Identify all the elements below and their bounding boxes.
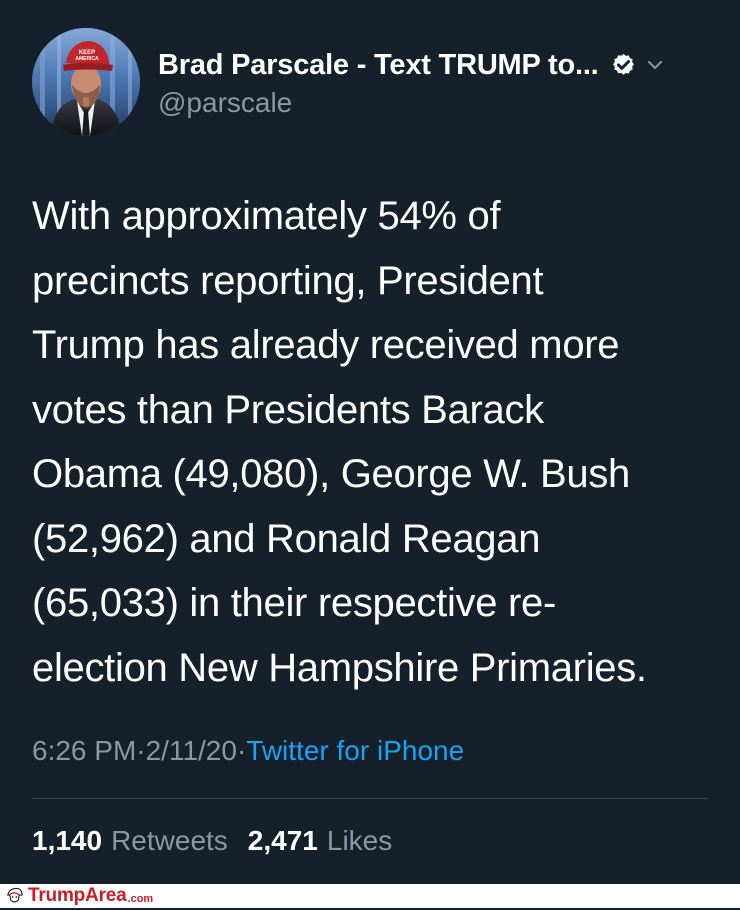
metadata-separator: · (236, 735, 247, 766)
tweet-source-link[interactable]: Twitter for iPhone (246, 735, 464, 767)
avatar-image: KEEP AMERICA (32, 28, 140, 136)
retweets-stat[interactable]: 1,140 Retweets (32, 825, 228, 857)
retweets-count: 1,140 (32, 825, 103, 856)
likes-count: 2,471 (247, 825, 318, 856)
chevron-down-icon[interactable] (645, 55, 665, 75)
tweet-text: With approximately 54% of precincts repo… (32, 194, 647, 690)
likes-stat[interactable]: 2,471 Likes (248, 825, 392, 857)
divider (32, 798, 708, 799)
avatar[interactable]: KEEP AMERICA (32, 28, 140, 136)
tweet-stats: 1,140 Retweets 2,471 Likes (32, 823, 412, 859)
trump-area-logo-icon (5, 887, 24, 905)
watermark-brand: TrumpArea (28, 885, 127, 906)
tweet-header: KEEP AMERICA Brad Parscale - Text TRUMP … (32, 28, 712, 136)
tweet-time[interactable]: 6:26 PM (32, 735, 136, 767)
likes-label: Likes (326, 825, 393, 856)
trump-area-logo: TrumpArea .com (5, 885, 153, 907)
display-name[interactable]: Brad Parscale - Text TRUMP to... (158, 49, 599, 82)
retweets-label: Retweets (111, 825, 228, 856)
tweet-date[interactable]: 2/11/20 (146, 735, 237, 767)
tweet-metadata: 6:26 PM · 2/11/20 · Twitter for iPhone (32, 733, 464, 769)
account-handle[interactable]: @parscale (158, 87, 292, 119)
svg-text:AMERICA: AMERICA (75, 56, 99, 62)
account-name-row: Brad Parscale - Text TRUMP to... (158, 45, 718, 85)
watermark-domain: .com (127, 893, 154, 905)
watermark-bar: TrumpArea .com (0, 884, 740, 908)
tweet-card: KEEP AMERICA Brad Parscale - Text TRUMP … (0, 0, 740, 884)
verified-badge-icon (610, 52, 637, 79)
metadata-separator: · (136, 735, 146, 766)
